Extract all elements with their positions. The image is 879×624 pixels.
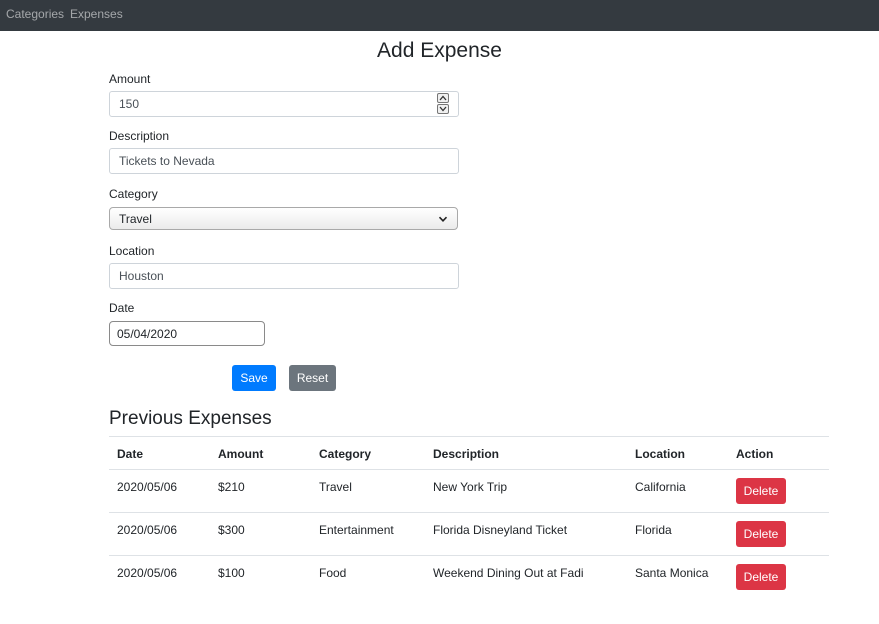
nav-link-expenses[interactable]: Expenses [70,7,123,21]
delete-button[interactable]: Delete [736,564,786,590]
chevron-up-icon [439,95,447,101]
location-label: Location [109,244,155,258]
cell-category: Travel [319,480,352,494]
chevron-down-icon [438,216,448,222]
amount-label: Amount [109,72,151,86]
cell-description: New York Trip [433,480,508,494]
location-input[interactable]: Houston [109,263,459,289]
cell-date: 2020/05/06 [117,523,178,537]
delete-button[interactable]: Delete [736,521,786,547]
page-title: Add Expense [377,39,502,62]
row-divider [109,512,829,513]
cell-category: Entertainment [319,523,394,537]
cell-amount: $210 [218,480,245,494]
amount-increment-button[interactable] [437,93,449,103]
cell-location: California [635,480,686,494]
chevron-down-icon [439,106,447,112]
reset-button[interactable]: Reset [289,365,336,391]
column-header-description: Description [433,447,500,461]
cell-location: Santa Monica [635,566,709,580]
column-header-category: Category [319,447,372,461]
delete-button[interactable]: Delete [736,478,786,504]
amount-input[interactable]: 150 [109,91,459,117]
cell-description: Weekend Dining Out at Fadi [433,566,584,580]
column-header-date: Date [117,447,144,461]
column-header-amount: Amount [218,447,264,461]
amount-spinner [437,93,449,115]
table-header-border [109,469,829,470]
table-top-border [109,436,829,437]
previous-expenses-title: Previous Expenses [109,408,272,429]
location-value: Houston [119,269,164,283]
row-divider [109,555,829,556]
cell-amount: $300 [218,523,245,537]
cell-description: Florida Disneyland Ticket [433,523,568,537]
category-label: Category [109,187,158,201]
save-button[interactable]: Save [232,365,276,391]
date-picker[interactable]: 05/04/2020 [109,321,265,346]
column-header-location: Location [635,447,685,461]
cell-date: 2020/05/06 [117,480,178,494]
cell-date: 2020/05/06 [117,566,178,580]
description-label: Description [109,129,170,143]
description-value: Tickets to Nevada [119,154,215,168]
date-label: Date [109,301,135,315]
description-input[interactable]: Tickets to Nevada [109,148,459,174]
column-header-action: Action [736,447,774,461]
cell-amount: $100 [218,566,245,580]
top-navbar: Categories Expenses [0,0,879,31]
category-value: Travel [119,212,152,226]
nav-link-categories[interactable]: Categories [6,7,64,21]
date-value: 05/04/2020 [117,327,178,341]
amount-decrement-button[interactable] [437,104,449,114]
category-select[interactable]: Travel [109,207,458,230]
cell-category: Food [319,566,347,580]
amount-value: 150 [119,97,140,111]
cell-location: Florida [635,523,672,537]
